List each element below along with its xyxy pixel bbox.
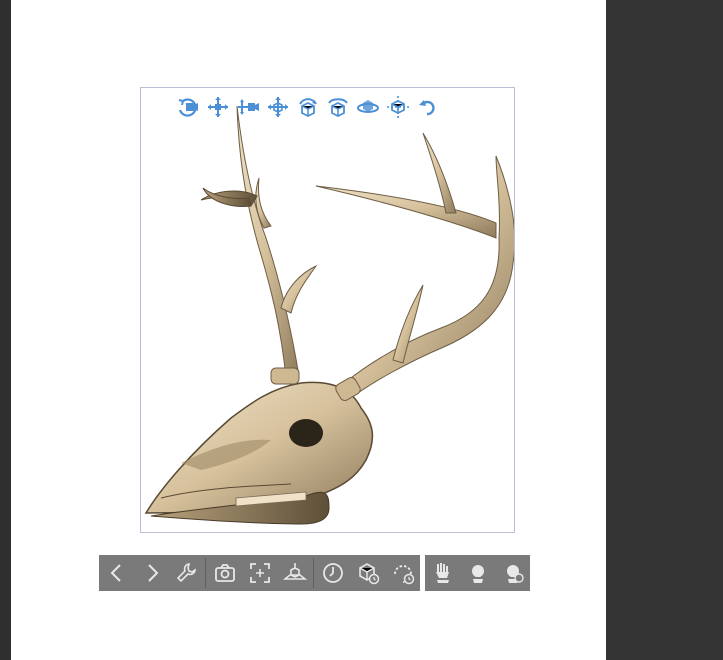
right-panel: [606, 0, 723, 660]
3d-viewport[interactable]: [140, 87, 515, 533]
bottom-toolbar: [99, 555, 530, 591]
dolly-camera-icon[interactable]: [234, 93, 262, 121]
pose-hand-icon[interactable]: [425, 555, 460, 591]
move-object-icon[interactable]: [264, 93, 292, 121]
previous-icon[interactable]: [99, 555, 134, 591]
rotate-timer-icon[interactable]: [385, 555, 420, 591]
rotate-object-y-icon[interactable]: [324, 93, 352, 121]
object-timer-icon[interactable]: [350, 555, 385, 591]
toolbar-group-pose: [425, 555, 530, 591]
move-on-plane-icon[interactable]: [384, 93, 412, 121]
deer-skull-model[interactable]: [141, 88, 515, 533]
pose-hand-2-icon[interactable]: [460, 555, 495, 591]
toolbar-divider: [205, 558, 206, 588]
pan-camera-icon[interactable]: [204, 93, 232, 121]
rotate-camera-icon[interactable]: [174, 93, 202, 121]
camera-icon[interactable]: [207, 555, 242, 591]
wrench-icon[interactable]: [169, 555, 204, 591]
toolbar-divider: [313, 558, 314, 588]
next-icon[interactable]: [134, 555, 169, 591]
pose-hand-3-icon[interactable]: [495, 555, 530, 591]
clock-icon[interactable]: [315, 555, 350, 591]
reset-rotation-icon[interactable]: [414, 93, 442, 121]
ground-icon[interactable]: [277, 555, 312, 591]
rotate-object-icon[interactable]: [294, 93, 322, 121]
spin-object-icon[interactable]: [354, 93, 382, 121]
toolbar-group-main: [99, 555, 420, 591]
left-panel-strip: [0, 0, 11, 660]
fit-view-icon[interactable]: [242, 555, 277, 591]
view-tool-bar: [174, 92, 442, 122]
